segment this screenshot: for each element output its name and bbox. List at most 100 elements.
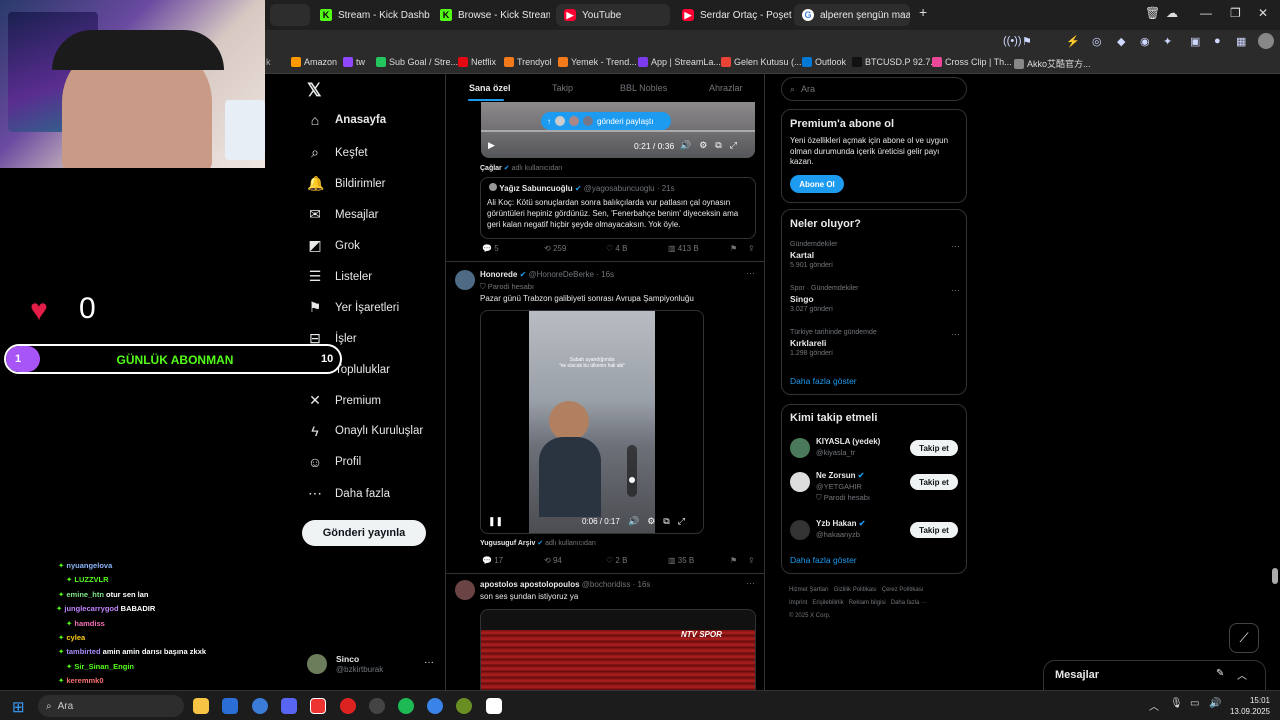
extension-icon[interactable]: ⚡ [1066, 35, 1080, 48]
more-icon[interactable]: ··· [951, 285, 960, 295]
tab-following[interactable]: Takip [552, 83, 573, 93]
search-input[interactable]: ⌕ Ara [781, 77, 967, 101]
account-switcher[interactable]: Sinco @bzkirtburak ··· [307, 652, 437, 680]
views-button[interactable]: ▥ 413 B [668, 244, 730, 253]
footer-link[interactable]: Imprint [789, 600, 807, 606]
footer-link[interactable]: Daha fazla ··· [891, 600, 927, 606]
extensions-puzzle-icon[interactable]: ▦ [1236, 35, 1246, 48]
subscribe-button[interactable]: Abone Ol [790, 175, 844, 193]
tab-list[interactable]: BBL Nobles [620, 83, 667, 93]
more-icon[interactable]: ··· [746, 268, 755, 278]
cloud-icon[interactable]: ☁ [1166, 6, 1178, 20]
bookmark-button[interactable]: ⚑ [730, 244, 748, 253]
new-tab-icon[interactable]: + [919, 4, 927, 20]
post-handle[interactable]: @HonoreDeBerke [529, 270, 594, 279]
nav-item-profil[interactable]: ☺ Profil [307, 454, 361, 470]
repost-button[interactable]: ⟲ 259 [544, 244, 606, 253]
messages-drawer[interactable]: Mesajlar ✎ ︿ [1043, 660, 1266, 690]
chat-username[interactable]: nyuangelova [66, 561, 112, 570]
reply-button[interactable]: 💬 5 [482, 244, 544, 253]
chat-username[interactable]: LUZZVLR [74, 575, 108, 584]
browser-tab[interactable]: ▶ YouTube [556, 4, 670, 26]
footer-link[interactable]: Erişilebilirlik [812, 600, 843, 606]
show-more-link[interactable]: Daha fazla göster [790, 376, 857, 386]
like-button[interactable]: ♡ 4 B [606, 244, 668, 253]
footer-link[interactable]: Reklam bilgisi [849, 600, 886, 606]
reply-button[interactable]: 💬 17 [482, 556, 544, 565]
store-icon[interactable] [222, 698, 238, 714]
bookmark-item[interactable]: tw [343, 57, 365, 67]
browser-tab[interactable]: K Stream - Kick Dashboard [312, 4, 430, 26]
taskbar-search[interactable]: ⌕ Ara [38, 695, 184, 717]
nav-item-premium[interactable]: ✕ Premium [307, 392, 381, 409]
follow-button[interactable]: Takip et [910, 522, 958, 538]
grok-float-button[interactable]: ⟋ [1229, 623, 1259, 653]
nav-item-daha-fazla[interactable]: ⋯ Daha fazla [307, 485, 390, 502]
bookmark-truncated[interactable]: k [266, 57, 271, 67]
file-explorer-icon[interactable] [193, 698, 209, 714]
footer-link[interactable]: Hizmet Şartları [789, 587, 829, 593]
discord-icon[interactable] [281, 698, 297, 714]
video-controls[interactable]: 🔊⚙⧉⤢ [680, 140, 745, 151]
post-author[interactable]: Honorede [480, 270, 517, 279]
share-button[interactable]: ⇪ [748, 556, 764, 565]
quoted-post[interactable]: Yağız Sabuncuoğlu ✔ @yagosabuncuoglu · 2… [480, 177, 756, 239]
app-icon[interactable] [340, 698, 356, 714]
footer-link[interactable]: Gizlilik Politikası [834, 587, 877, 593]
tab-for-you[interactable]: Sana özel [469, 83, 511, 93]
obs-icon[interactable] [369, 698, 385, 714]
microphone-icon[interactable]: 🎙 [1170, 698, 1183, 709]
views-button[interactable]: ▥ 35 B [668, 556, 730, 565]
app-icon[interactable] [427, 698, 443, 714]
chat-username[interactable]: cylea [66, 633, 85, 642]
extension-icon[interactable]: ◉ [1140, 35, 1150, 48]
pause-icon[interactable]: ❚❚ [488, 516, 503, 527]
more-icon[interactable]: ··· [951, 329, 960, 339]
trend-item[interactable]: Gündemdekiler Kartal 5.901 gönderi ··· [790, 241, 960, 281]
nav-item-grok[interactable]: ◩ Grok [307, 237, 360, 254]
post-time[interactable]: 16s [601, 270, 614, 279]
monitor-icon[interactable]: ▭ [1190, 698, 1199, 709]
nav-item-yer-i-şaretleri[interactable]: ⚑ Yer İşaretleri [307, 299, 399, 316]
more-icon[interactable]: ··· [424, 657, 434, 668]
trend-item[interactable]: Türkiye tarihinde gündemde Kırklareli 1.29… [790, 329, 960, 369]
more-icon[interactable]: ··· [746, 578, 755, 588]
post-time[interactable]: 16s [638, 580, 651, 589]
bookmark-item[interactable]: Trendyol [504, 57, 552, 67]
maximize-icon[interactable]: ❐ [1230, 6, 1241, 20]
chevron-up-icon[interactable]: ︿ [1149, 698, 1159, 713]
trend-item[interactable]: Spor · Gündemdekiler Singo 3.027 gönderi ··… [790, 285, 960, 325]
minimize-icon[interactable]: — [1200, 6, 1212, 20]
bookmark-item[interactable]: App | StreamLa... [638, 57, 721, 67]
repost-button[interactable]: ⟲ 94 [544, 556, 606, 565]
page-scrollbar[interactable] [1272, 568, 1278, 584]
chevron-up-icon[interactable]: ︿ [1237, 667, 1247, 682]
footer-link[interactable]: Çerez Politikası [882, 587, 924, 593]
extension-icon[interactable]: ◎ [1092, 35, 1102, 48]
trash-icon[interactable]: 🗑 [1145, 6, 1160, 20]
extension-icon[interactable]: ▣ [1190, 35, 1200, 48]
chat-username[interactable]: emine_htn [66, 590, 104, 599]
video-player[interactable]: Sabah uyandığımda "ne olacak bu ülkenin … [480, 310, 704, 534]
nav-item-listeler[interactable]: ☰ Listeler [307, 268, 372, 285]
chat-username[interactable]: keremmk0 [66, 676, 103, 685]
volume-icon[interactable]: 🔊 [1209, 698, 1221, 709]
bookmark-item[interactable]: Gelen Kutusu (... [721, 57, 802, 67]
video-player[interactable]: ↑ gönderi paylaştı ▶ 0:21 / 0:36 🔊⚙⧉⤢ [481, 102, 755, 158]
profile-avatar[interactable] [1258, 33, 1274, 49]
play-icon[interactable]: ▶ [488, 140, 495, 151]
bookmark-item[interactable]: Sub Goal / Stre... [376, 57, 458, 67]
extension-icon[interactable]: ✦ [1163, 35, 1172, 48]
show-more-link[interactable]: Daha fazla göster [790, 555, 857, 565]
nav-item-mesajlar[interactable]: ✉ Mesajlar [307, 206, 378, 223]
bookmark-item[interactable]: BTCUSD.P 92.7... [852, 57, 938, 67]
bookmark-item[interactable]: Cross Clip | Th... [932, 57, 1012, 67]
shared-post-pill[interactable]: ↑ gönderi paylaştı [541, 112, 671, 130]
follow-suggestion[interactable]: Ne Zorsun ✔ @YETGAHIR ⛉ Parodi hesabı Takip… [782, 470, 966, 510]
video-controls[interactable]: 🔊⚙⧉⤢ [628, 516, 693, 527]
windows-start-icon[interactable]: ⊞ [12, 698, 25, 716]
browser-tab[interactable]: ▶ Serdar Ortaç - Poşet - YouT [674, 4, 792, 26]
video-progress-bar[interactable] [481, 130, 755, 132]
tab-list[interactable]: Ahrazlar [709, 83, 743, 93]
post-handle[interactable]: @bochoridiss [582, 580, 631, 589]
